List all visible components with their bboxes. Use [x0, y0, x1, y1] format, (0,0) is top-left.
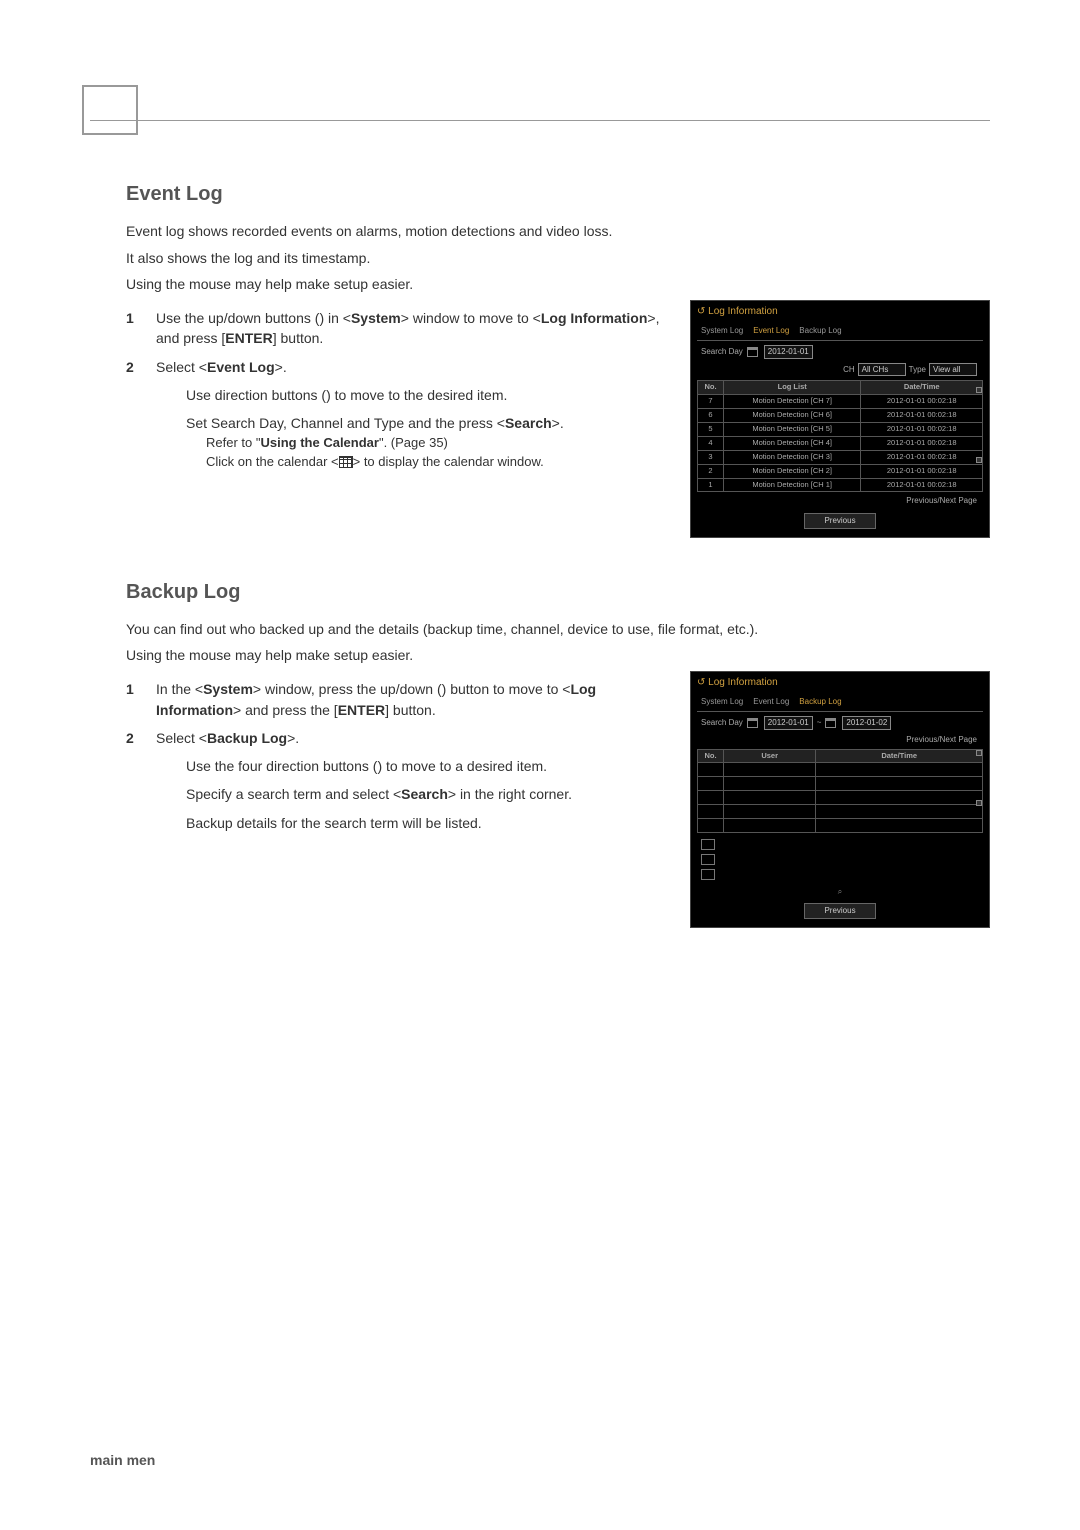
scroll-up-icon[interactable]: [976, 387, 982, 393]
dvr-window-title: Log Information: [697, 305, 983, 320]
date-from-field[interactable]: 2012-01-01: [764, 716, 813, 730]
col-no: No.: [698, 749, 724, 763]
tab-event-log[interactable]: Event Log: [753, 325, 789, 337]
scroll-down-icon[interactable]: [976, 457, 982, 463]
event-log-intro-1: Event log shows recorded events on alarm…: [126, 221, 990, 241]
event-log-step-2: Select <Event Log>. Use direction button…: [156, 357, 666, 472]
backup-log-step-1: In the <System> window, press the up/dow…: [156, 679, 666, 720]
step-number: 2: [126, 357, 142, 472]
dvr-event-log-window: Log Information System Log Event Log Bac…: [690, 300, 990, 537]
table-row: 4Motion Detection [CH 4]2012-01-01 00:02…: [698, 436, 983, 450]
search-day-label: Search Day: [701, 717, 743, 729]
table-row: [698, 805, 983, 819]
dvr-backup-log-window: Log Information System Log Event Log Bac…: [690, 671, 990, 928]
tab-backup-log[interactable]: Backup Log: [799, 696, 841, 708]
backup-log-intro: You can find out who backed up and the d…: [126, 619, 990, 639]
search-icon[interactable]: ⌕: [697, 886, 983, 898]
backup-log-heading: Backup Log: [126, 578, 990, 607]
dvr-window-title: Log Information: [697, 676, 983, 691]
step-number: 2: [126, 728, 142, 833]
calendar-icon[interactable]: [747, 347, 758, 357]
calendar-icon: [339, 456, 353, 468]
step-number: 1: [126, 679, 142, 720]
tab-system-log[interactable]: System Log: [701, 696, 743, 708]
device-icon: [701, 839, 715, 850]
table-row: [698, 791, 983, 805]
table-row: [698, 763, 983, 777]
event-log-mouse-tip: Using the mouse may help make setup easi…: [126, 274, 990, 294]
scroll-up-icon[interactable]: [976, 750, 982, 756]
calendar-icon[interactable]: [825, 718, 836, 728]
backup-log-mouse-tip: Using the mouse may help make setup easi…: [126, 645, 990, 665]
event-log-table: No. Log List Date/Time 7Motion Detection…: [697, 380, 983, 492]
pager-label: Previous/Next Page: [703, 495, 977, 507]
col-no: No.: [698, 381, 724, 395]
tab-backup-log[interactable]: Backup Log: [799, 325, 841, 337]
device-icon: [701, 854, 715, 865]
table-row: 3Motion Detection [CH 3]2012-01-01 00:02…: [698, 450, 983, 464]
col-user: User: [724, 749, 816, 763]
ch-select[interactable]: All CHs: [858, 363, 906, 377]
table-row: 7Motion Detection [CH 7]2012-01-01 00:02…: [698, 395, 983, 409]
col-date-time: Date/Time: [861, 381, 983, 395]
previous-button[interactable]: Previous: [804, 513, 876, 529]
col-log-list: Log List: [724, 381, 861, 395]
event-log-step-1: Use the up/down buttons () in <System> w…: [156, 308, 666, 349]
table-row: [698, 818, 983, 832]
calendar-icon[interactable]: [747, 718, 758, 728]
ch-label: CH: [843, 364, 855, 376]
table-row: 1Motion Detection [CH 1]2012-01-01 00:02…: [698, 478, 983, 492]
table-row: 6Motion Detection [CH 6]2012-01-01 00:02…: [698, 409, 983, 423]
tab-event-log[interactable]: Event Log: [753, 696, 789, 708]
device-icon: [701, 869, 715, 880]
date-to-field[interactable]: 2012-01-02: [842, 716, 891, 730]
backup-log-step-2: Select <Backup Log>. Use the four direct…: [156, 728, 666, 833]
type-label: Type: [909, 364, 926, 376]
table-row: 5Motion Detection [CH 5]2012-01-01 00:02…: [698, 423, 983, 437]
page-header-rule: [90, 120, 990, 150]
scroll-down-icon[interactable]: [976, 800, 982, 806]
search-day-field[interactable]: 2012-01-01: [764, 345, 813, 359]
search-day-label: Search Day: [701, 346, 743, 358]
pager-label: Previous/Next Page: [703, 734, 977, 746]
type-select[interactable]: View all: [929, 363, 977, 377]
previous-button[interactable]: Previous: [804, 903, 876, 919]
table-row: [698, 777, 983, 791]
page-footer-label: main men: [90, 1450, 155, 1470]
table-row: 2Motion Detection [CH 2]2012-01-01 00:02…: [698, 464, 983, 478]
date-separator: ~: [817, 717, 822, 729]
tab-system-log[interactable]: System Log: [701, 325, 743, 337]
step-number: 1: [126, 308, 142, 349]
backup-log-table: No. User Date/Time: [697, 749, 983, 833]
col-date-time: Date/Time: [816, 749, 983, 763]
event-log-heading: Event Log: [126, 180, 990, 209]
event-log-intro-2: It also shows the log and its timestamp.: [126, 248, 990, 268]
